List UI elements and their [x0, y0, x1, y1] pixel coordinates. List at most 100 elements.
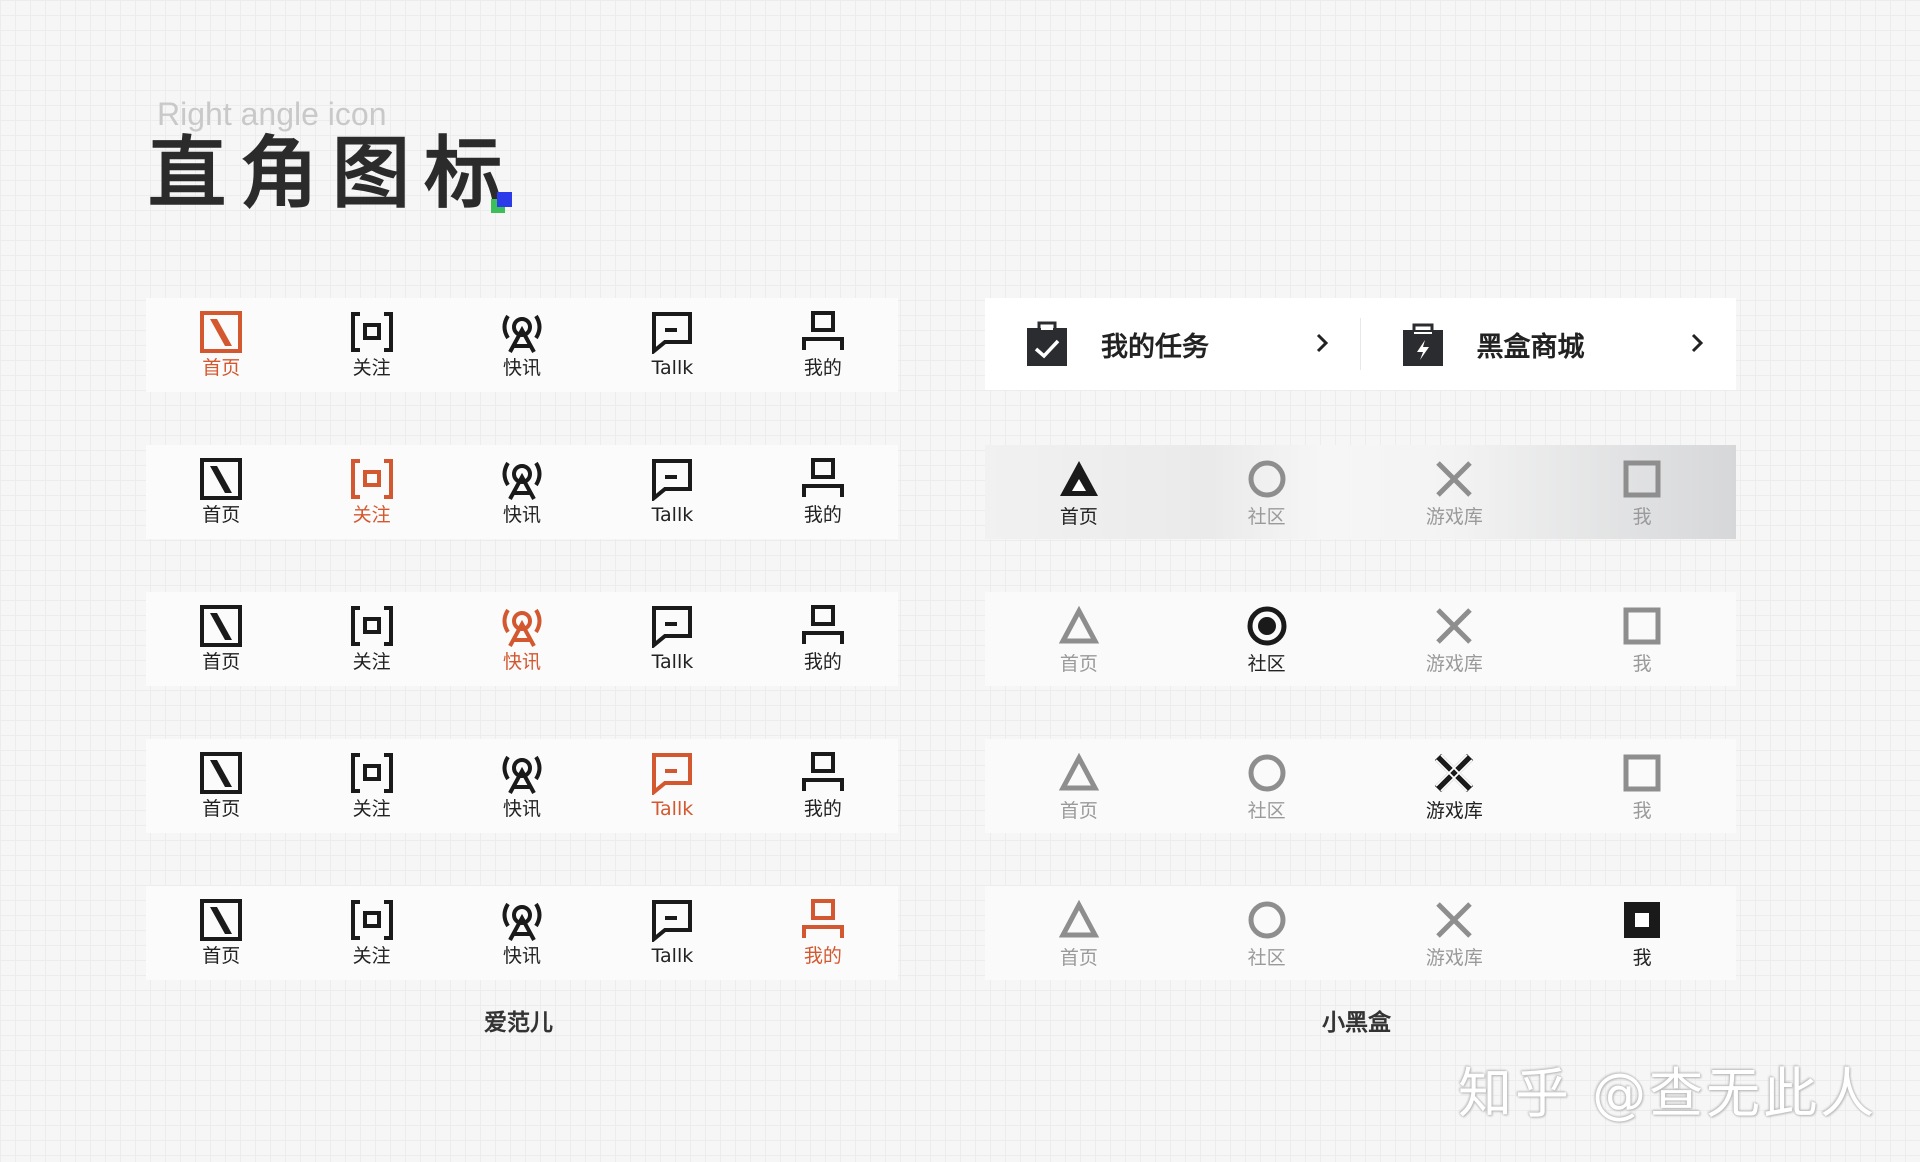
tab-label: 快讯: [503, 651, 542, 673]
tab-label: 首页: [1059, 653, 1098, 675]
tab-item[interactable]: Tallk: [597, 445, 747, 539]
tab-label: 快讯: [503, 945, 542, 967]
tab-label: 我的: [803, 504, 842, 526]
tab-item[interactable]: 我: [1548, 445, 1736, 539]
tab-item[interactable]: 社区: [1173, 886, 1361, 980]
person-icon: [801, 311, 844, 350]
xiaoheihe-tabbar: 首页 社区 游戏库 我: [985, 886, 1736, 980]
watermark: 知乎 @查无此人: [1458, 1062, 1878, 1125]
tab-label: 首页: [202, 798, 241, 820]
chat-icon: [652, 900, 693, 942]
tab-label: 我的: [803, 945, 842, 967]
caption-aifaner: 爱范儿: [484, 1010, 553, 1036]
tab-item[interactable]: Tallk: [597, 592, 747, 686]
tab-item[interactable]: 首页: [146, 739, 296, 833]
title-accent-blue: [497, 192, 512, 207]
triangle-icon: [1058, 752, 1100, 791]
tab-item[interactable]: Tallk: [597, 739, 747, 833]
tab-item[interactable]: 我的: [748, 739, 898, 833]
xiaoheihe-tabbar: 首页 社区 游戏库 我: [985, 592, 1736, 686]
cross-icon: [1436, 608, 1473, 644]
tab-label: 首页: [202, 945, 241, 967]
square-icon: [1623, 754, 1661, 792]
tab-item[interactable]: 游戏库: [1361, 886, 1549, 980]
circle-icon: [1247, 606, 1287, 646]
tab-label: 社区: [1247, 506, 1286, 528]
tab-item[interactable]: 快讯: [447, 886, 597, 980]
tab-item[interactable]: 我的: [748, 592, 898, 686]
tab-item[interactable]: 首页: [985, 886, 1173, 980]
tab-label: 首页: [1059, 800, 1098, 822]
tab-item[interactable]: 游戏库: [1361, 445, 1549, 539]
home-slash-icon: [200, 458, 243, 500]
tab-label: 我: [1632, 506, 1652, 528]
square-icon: [1623, 460, 1661, 498]
tab-label: 首页: [202, 504, 241, 526]
tab-item[interactable]: 首页: [985, 739, 1173, 833]
tab-label: 我: [1632, 800, 1652, 822]
tab-item[interactable]: 首页: [146, 592, 296, 686]
tab-label: 首页: [202, 357, 241, 379]
tab-item[interactable]: Tallk: [597, 298, 747, 392]
focus-bracket-icon: [350, 459, 393, 499]
task-clipboard-icon: [1027, 321, 1067, 366]
tab-label: 关注: [352, 945, 391, 967]
tab-item[interactable]: 社区: [1173, 592, 1361, 686]
tab-item[interactable]: 我的: [748, 445, 898, 539]
home-slash-icon: [200, 752, 243, 794]
tab-item[interactable]: 快讯: [447, 298, 597, 392]
tab-label: 快讯: [503, 798, 542, 820]
tab-item[interactable]: 游戏库: [1361, 592, 1549, 686]
tab-label: 关注: [352, 504, 391, 526]
tab-item[interactable]: 我的: [748, 298, 898, 392]
tab-item[interactable]: 首页: [985, 445, 1173, 539]
tab-item[interactable]: 关注: [296, 298, 446, 392]
tab-item[interactable]: 社区: [1173, 445, 1361, 539]
broadcast-icon: [502, 755, 542, 794]
circle-icon: [1248, 754, 1286, 792]
card-item-tasks[interactable]: 我的任务: [985, 298, 1361, 390]
tab-item[interactable]: Tallk: [597, 886, 747, 980]
aifaner-tabbar: 首页 关注 快讯 Tallk 我的: [146, 592, 898, 686]
tab-item[interactable]: 我: [1548, 739, 1736, 833]
person-icon: [801, 899, 844, 938]
tab-item[interactable]: 关注: [296, 886, 446, 980]
tab-item[interactable]: 我的: [748, 886, 898, 980]
card-item-shop[interactable]: 黑盒商城: [1361, 298, 1737, 390]
tab-item[interactable]: 首页: [146, 298, 296, 392]
tab-item[interactable]: 首页: [985, 592, 1173, 686]
tab-item[interactable]: 我: [1548, 592, 1736, 686]
tab-label: 我的: [803, 651, 842, 673]
card-label-shop: 黑盒商城: [1476, 331, 1585, 363]
tab-label: 关注: [352, 651, 391, 673]
aifaner-tabbar: 首页 关注 快讯 Tallk 我的: [146, 739, 898, 833]
tab-label: Tallk: [651, 945, 694, 967]
tab-item[interactable]: 首页: [146, 886, 296, 980]
caption-xiaoheihe: 小黑盒: [1322, 1010, 1391, 1036]
home-slash-icon: [200, 311, 243, 353]
tab-label: 我: [1632, 947, 1652, 969]
tab-label: 游戏库: [1425, 800, 1483, 822]
chevron-right-icon: [1316, 333, 1328, 353]
focus-bracket-icon: [350, 312, 393, 352]
tab-item[interactable]: 快讯: [447, 739, 597, 833]
broadcast-icon: [502, 461, 542, 500]
person-icon: [801, 752, 844, 791]
circle-icon: [1248, 901, 1286, 939]
xiaoheihe-tabbar: 首页 社区 游戏库 我: [985, 739, 1736, 833]
tab-item[interactable]: 游戏库: [1361, 739, 1549, 833]
xiaoheihe-card: 我的任务 黑盒商城: [985, 298, 1736, 390]
tab-item[interactable]: 关注: [296, 739, 446, 833]
tab-item[interactable]: 首页: [146, 445, 296, 539]
tab-item[interactable]: 社区: [1173, 739, 1361, 833]
tab-label: 关注: [352, 357, 391, 379]
tab-item[interactable]: 关注: [296, 445, 446, 539]
tab-label: 社区: [1247, 947, 1286, 969]
tab-item[interactable]: 快讯: [447, 592, 597, 686]
tab-item[interactable]: 我: [1548, 886, 1736, 980]
tab-item[interactable]: 快讯: [447, 445, 597, 539]
tab-item[interactable]: 关注: [296, 592, 446, 686]
focus-bracket-icon: [350, 753, 393, 793]
focus-bracket-icon: [350, 900, 393, 940]
tab-label: 社区: [1247, 800, 1286, 822]
